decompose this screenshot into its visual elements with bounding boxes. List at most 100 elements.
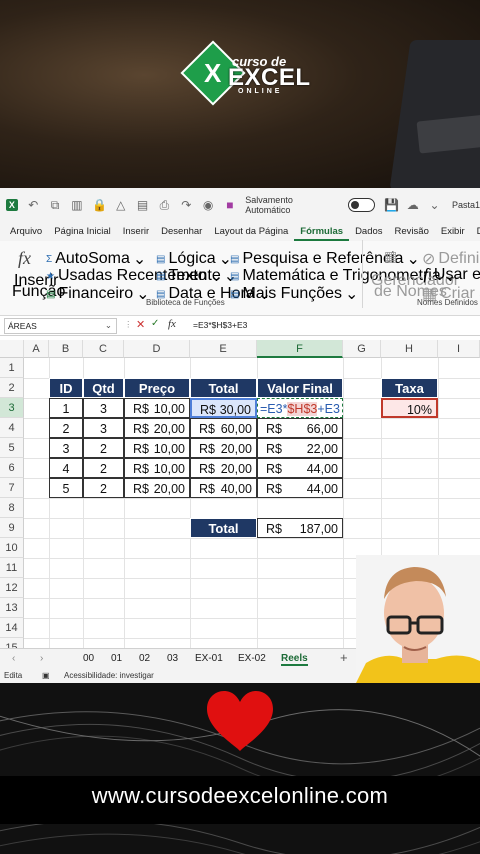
cell-valor-final[interactable]: R$ 44,00 xyxy=(257,478,343,498)
tab-layout[interactable]: Layout da Página xyxy=(208,226,294,241)
row-header[interactable]: 7 xyxy=(0,478,24,498)
header-id[interactable]: ID xyxy=(49,378,83,398)
header-total[interactable]: Total xyxy=(190,378,257,398)
row-header[interactable]: 2 xyxy=(0,378,24,398)
taxa-label[interactable]: Taxa xyxy=(381,378,438,398)
tab-dados[interactable]: Dados xyxy=(349,226,388,241)
column-header-i[interactable]: I xyxy=(438,340,480,358)
formula-text[interactable]: =E3*$H$3+E3 xyxy=(193,320,247,330)
cell-id[interactable]: 5 xyxy=(49,478,83,498)
tab-exibir[interactable]: Exibir xyxy=(435,226,471,241)
name-box[interactable]: ÁREAS ⌄ xyxy=(4,318,117,334)
cell-preco[interactable]: R$ 20,00 xyxy=(124,478,190,498)
column-header-a[interactable]: A xyxy=(24,340,49,358)
insert-function-icon[interactable]: fx xyxy=(18,248,31,269)
row-header[interactable]: 12 xyxy=(0,578,24,598)
prev-sheet-icon[interactable]: ‹ xyxy=(12,653,15,664)
financial-button[interactable]: ▤ Financeiro ⌄ xyxy=(46,284,150,304)
row-header[interactable]: 13 xyxy=(0,598,24,618)
redo-icon[interactable]: ↷ xyxy=(180,198,193,212)
cell-id[interactable]: 1 xyxy=(49,398,83,418)
tab-revisao[interactable]: Revisão xyxy=(389,226,435,241)
next-sheet-icon[interactable]: › xyxy=(40,653,43,664)
cell-id[interactable]: 2 xyxy=(49,418,83,438)
fx-icon[interactable]: fx xyxy=(168,318,176,330)
cell-preco[interactable]: R$ 10,00 xyxy=(124,458,190,478)
format-icon[interactable]: ⧉ xyxy=(49,198,62,212)
cell-qtd[interactable]: 2 xyxy=(83,438,124,458)
tab-arquivo[interactable]: Arquivo xyxy=(4,226,48,241)
row-header[interactable]: 3 xyxy=(0,398,24,418)
name-manager-icon[interactable]: ▦ xyxy=(384,248,397,265)
cell-total[interactable]: R$ 40,00 xyxy=(190,478,257,498)
cloud-icon[interactable]: ☁ xyxy=(406,198,419,212)
table-icon[interactable]: ▤ xyxy=(136,198,149,212)
website-url[interactable]: www.cursodeexcelonline.com xyxy=(0,783,480,809)
cell-qtd[interactable]: 3 xyxy=(83,418,124,438)
add-sheet-icon[interactable]: + xyxy=(340,650,348,665)
cell-qtd[interactable]: 2 xyxy=(83,478,124,498)
undo-icon[interactable]: ↶ xyxy=(27,198,40,212)
row-header[interactable]: 11 xyxy=(0,558,24,578)
column-header-e[interactable]: E xyxy=(190,340,257,358)
taxa-value[interactable]: 10% xyxy=(381,398,438,418)
sheet-tab-00[interactable]: 00 xyxy=(83,653,94,664)
cell-total[interactable]: R$ 30,00 xyxy=(190,398,257,418)
macro-icon[interactable]: ■ xyxy=(223,198,236,212)
row-header[interactable]: 9 xyxy=(0,518,24,538)
accessibility-status[interactable]: Acessibilidade: investigar xyxy=(64,671,154,680)
cell-total[interactable]: R$ 60,00 xyxy=(190,418,257,438)
sheet-tab-ex02[interactable]: EX-02 xyxy=(238,653,266,664)
text-button[interactable]: ▤ Texto ⌄ xyxy=(156,266,223,286)
chevron-down-icon[interactable]: ⌄ xyxy=(105,320,112,331)
cell-id[interactable]: 3 xyxy=(49,438,83,458)
header-preco[interactable]: Preço xyxy=(124,378,190,398)
more-functions-button[interactable]: ▤ Mais Funções ⌄ xyxy=(230,284,358,304)
column-header-g[interactable]: G xyxy=(343,340,381,358)
total-value-cell[interactable]: R$ 187,00 xyxy=(257,518,343,538)
column-header-b[interactable]: B xyxy=(49,340,83,358)
tab-desenvolvedor[interactable]: Desen xyxy=(471,226,480,241)
row-header[interactable]: 10 xyxy=(0,538,24,558)
row-header[interactable]: 14 xyxy=(0,618,24,638)
cell-id[interactable]: 4 xyxy=(49,458,83,478)
select-all-corner[interactable] xyxy=(0,340,24,358)
cell-qtd[interactable]: 3 xyxy=(83,398,124,418)
cell-qtd[interactable]: 2 xyxy=(83,458,124,478)
sheet-tab-02[interactable]: 02 xyxy=(139,653,150,664)
header-qtd[interactable]: Qtd xyxy=(83,378,124,398)
save-icon[interactable]: 💾 xyxy=(384,198,399,212)
header-valor-final[interactable]: Valor Final xyxy=(257,378,343,398)
column-header-f[interactable]: F xyxy=(257,340,343,358)
sheet-tab-ex01[interactable]: EX-01 xyxy=(195,653,223,664)
cell-preco[interactable]: R$ 10,00 xyxy=(124,438,190,458)
cell-valor-final[interactable]: R$ 66,00 xyxy=(257,418,343,438)
column-header-c[interactable]: C xyxy=(83,340,124,358)
cell-total[interactable]: R$ 20,00 xyxy=(190,438,257,458)
lock-icon[interactable]: 🔒 xyxy=(92,198,107,212)
sheet-tab-03[interactable]: 03 xyxy=(167,653,178,664)
cell-preco[interactable]: R$ 20,00 xyxy=(124,418,190,438)
sheet-tab-01[interactable]: 01 xyxy=(111,653,122,664)
tab-formulas[interactable]: Fórmulas xyxy=(294,226,350,241)
customize-icon[interactable]: ⌄ xyxy=(428,198,441,212)
cell-total[interactable]: R$ 20,00 xyxy=(190,458,257,478)
confirm-icon[interactable]: ✓ xyxy=(151,318,159,329)
row-header[interactable]: 8 xyxy=(0,498,24,518)
camera-icon[interactable]: ◉ xyxy=(202,198,215,212)
cell-f3-editing[interactable]: =E3*$H$3+E3 xyxy=(257,398,343,418)
cell-valor-final[interactable]: R$ 22,00 xyxy=(257,438,343,458)
cell-valor-final[interactable]: R$ 44,00 xyxy=(257,458,343,478)
row-header[interactable]: 4 xyxy=(0,418,24,438)
print-icon[interactable]: ⎙ xyxy=(158,198,171,212)
cell-preco[interactable]: R$ 10,00 xyxy=(124,398,190,418)
tab-desenhar[interactable]: Desenhar xyxy=(155,226,208,241)
row-header[interactable]: 1 xyxy=(0,358,24,378)
cancel-icon[interactable]: ✕ xyxy=(136,318,145,331)
autosave-toggle[interactable] xyxy=(347,198,376,212)
column-header-h[interactable]: H xyxy=(381,340,438,358)
shape-icon[interactable]: △ xyxy=(114,198,127,212)
use-in-formula-button[interactable]: ƒ Usar em Fórm xyxy=(422,266,480,284)
row-header[interactable]: 6 xyxy=(0,458,24,478)
row-header[interactable]: 5 xyxy=(0,438,24,458)
